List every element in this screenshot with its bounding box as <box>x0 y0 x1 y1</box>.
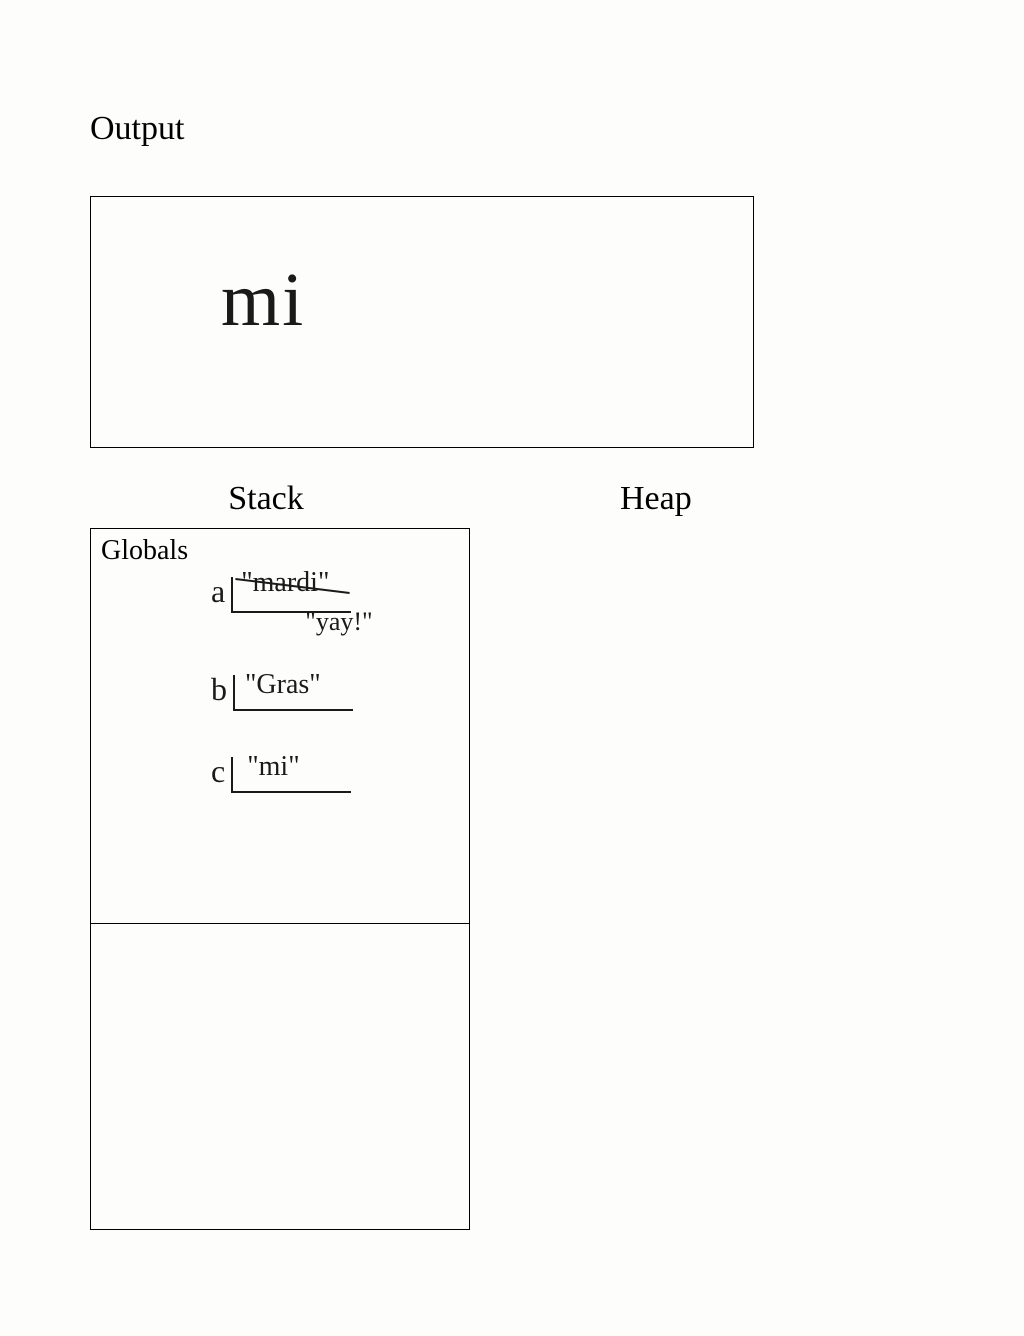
stack-area: Globals a "mardi" "yay!" b "Gras" c <box>90 528 934 1230</box>
stack-label: Stack <box>216 480 316 518</box>
var-a-old-value: "mardi" <box>241 567 329 599</box>
var-c-row: c "mi" <box>211 753 231 790</box>
var-c-value: "mi" <box>247 751 299 783</box>
output-value: mi <box>221 257 305 344</box>
globals-frame-label: Globals <box>101 535 188 567</box>
memory-diagram-page: Output mi Stack Heap Globals a "mardi" "… <box>0 0 1024 1230</box>
stack-heap-header: Stack Heap <box>90 480 830 518</box>
output-box: mi <box>90 196 754 448</box>
heap-label: Heap <box>620 480 692 518</box>
var-c-name: c <box>211 753 225 790</box>
empty-frame <box>90 924 470 1230</box>
var-b-name: b <box>211 671 227 708</box>
output-section-label: Output <box>90 110 934 148</box>
var-a-row: a "mardi" "yay!" <box>211 573 231 610</box>
var-a-new-value: "yay!" <box>305 607 372 637</box>
var-b-row: b "Gras" <box>211 671 233 708</box>
var-b-value: "Gras" <box>245 669 321 701</box>
globals-frame: Globals a "mardi" "yay!" b "Gras" c <box>90 528 470 924</box>
var-a-name: a <box>211 573 225 610</box>
